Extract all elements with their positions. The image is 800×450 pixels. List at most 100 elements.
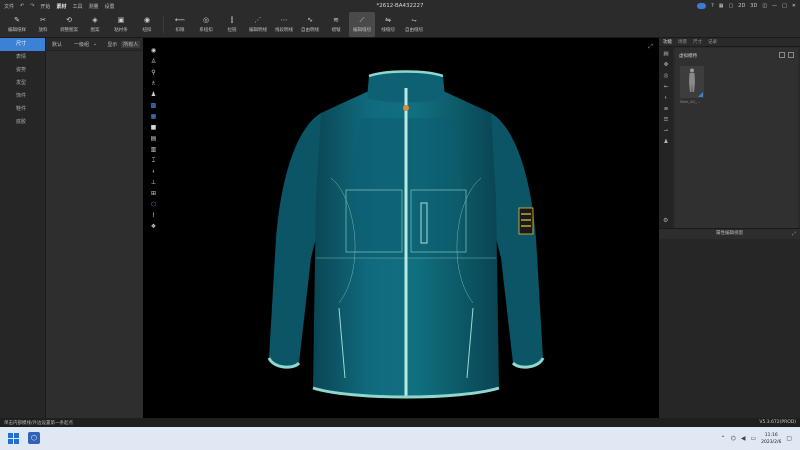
settings-icon[interactable]: ⚙ <box>663 217 668 224</box>
single-view-icon[interactable]: ▢ <box>729 3 734 9</box>
filter-default[interactable]: 默认 <box>52 41 62 48</box>
menu-settings[interactable]: 设置 <box>104 3 114 10</box>
library-filter-bar: 默认 一级组 ⌄ 显示 所有人 <box>46 38 143 51</box>
tool-edit-topstitch[interactable]: ⋰ 编辑明线 <box>245 12 271 37</box>
ruler-icon[interactable]: ⊥ <box>149 178 158 187</box>
network-icon[interactable]: ⌬ <box>731 435 736 442</box>
tool-tape[interactable]: ▣ 粘衬条 <box>108 12 134 37</box>
tab-history[interactable]: 记录 <box>708 39 717 45</box>
cloud-icon[interactable] <box>697 3 707 9</box>
arrange-icon[interactable]: ⊞ <box>149 189 158 198</box>
tool-place-fabric[interactable]: ✂ 放料 <box>30 12 56 37</box>
sidebar-item-expression[interactable]: 表情 <box>0 51 45 64</box>
grid-view-icon[interactable] <box>779 52 785 58</box>
menu-file[interactable]: 文件 <box>4 3 14 10</box>
target-icon[interactable]: ◎ <box>663 73 670 80</box>
jacket-3d-model[interactable] <box>261 68 551 408</box>
tool-segment-topstitch[interactable]: ⋯ 线段明线 <box>271 12 297 37</box>
app-taskbar-icon[interactable]: ⬡ <box>28 432 40 444</box>
garment-icon[interactable]: ▤ <box>663 51 670 58</box>
tab-scene[interactable]: 场景 <box>678 39 687 45</box>
link-icon[interactable]: ⊸ <box>663 128 670 135</box>
texture-icon[interactable]: ▩ <box>149 101 158 110</box>
tool-line-sewing[interactable]: ⇋ 线缝纫 <box>375 12 401 37</box>
list-icon[interactable]: ☰ <box>663 117 670 124</box>
tool-button[interactable]: ◉ 纽扣 <box>134 12 160 37</box>
avatar-icon[interactable]: ♟ <box>663 139 670 146</box>
windows-start-icon[interactable] <box>8 433 19 444</box>
version-label: V5.3.672(PROD) <box>759 420 796 425</box>
strain-map-icon[interactable]: ▥ <box>149 145 158 154</box>
grid-view-icon[interactable]: ▦ <box>719 3 724 9</box>
sidebar-item-size[interactable]: 尺寸 <box>0 38 45 51</box>
close-icon[interactable]: ✕ <box>792 3 796 9</box>
clock[interactable]: 11:16 2023/2/6 <box>761 432 781 446</box>
seam-icon[interactable]: ⌇ <box>149 211 158 220</box>
redo-icon[interactable]: ↷ <box>30 3 34 9</box>
chevron-down-icon[interactable]: ⌄ <box>93 41 97 47</box>
3d-viewport[interactable]: ◉ ♙ ⚲ ♗ ♟ ▩ ▦ ■ ▤ ▥ ⌶ ⍖ ⊥ ⊞ ⬡ ⌇ ❖ ⤢ <box>143 38 659 418</box>
avatar-pose-icon[interactable]: ♗ <box>149 79 158 88</box>
layer-icon[interactable]: ≡ <box>663 106 670 113</box>
tool-fasten-button[interactable]: ◎ 系纽扣 <box>193 12 219 37</box>
notification-icon[interactable]: ▢ <box>786 435 792 442</box>
sidebar-item-pose[interactable]: 姿势 <box>0 64 45 77</box>
filter-level-dropdown[interactable]: 一级组 <box>74 41 89 48</box>
tool-free-topstitch[interactable]: ∿ 自由明线 <box>297 12 323 37</box>
skeleton-icon[interactable]: ⚲ <box>149 68 158 77</box>
fabric-icon[interactable]: ❖ <box>149 222 158 231</box>
eye-icon[interactable]: ◉ <box>149 46 158 55</box>
tool-adjust-pattern[interactable]: ⟲ 调整图案 <box>56 12 82 37</box>
undo-icon[interactable]: ↶ <box>20 3 24 9</box>
menu-measure[interactable]: 测量 <box>88 3 98 10</box>
tool-pattern[interactable]: ◈ 图案 <box>82 12 108 37</box>
battery-icon[interactable]: ▭ <box>750 435 756 442</box>
measure-icon[interactable]: ⌶ <box>149 156 158 165</box>
sidebar-item-shoes[interactable]: 鞋件 <box>0 103 45 116</box>
free-sewing-icon: ⥊ <box>411 16 417 24</box>
menu-start[interactable]: 开始 <box>40 3 50 10</box>
minimize-icon[interactable]: — <box>772 3 777 9</box>
split-view-icon[interactable]: ◫ <box>762 3 767 9</box>
sidebar-item-accessory[interactable]: 饰件 <box>0 90 45 103</box>
avatar-display-icon[interactable]: ♙ <box>149 57 158 66</box>
expand-viewport-icon[interactable]: ⤢ <box>648 43 653 51</box>
list-view-icon[interactable] <box>788 52 794 58</box>
view-2d-button[interactable]: 2D <box>738 3 745 9</box>
volume-icon[interactable]: ◀ <box>741 435 746 442</box>
document-title: *2612-BA432227 <box>376 3 424 9</box>
tool-edit-pattern[interactable]: ✎ 编辑纸样 <box>4 12 30 37</box>
avatar-figure-icon <box>689 68 695 92</box>
tab-function[interactable]: 功能 <box>663 39 672 45</box>
sidebar-item-hair[interactable]: 发型 <box>0 77 45 90</box>
chevron-up-icon[interactable]: ⌃ <box>721 435 726 442</box>
view-toggle <box>779 52 794 58</box>
view-3d-button[interactable]: 3D <box>750 3 757 9</box>
pin-icon[interactable]: ⍖ <box>663 95 670 102</box>
maximize-icon[interactable]: □ <box>782 3 787 9</box>
pin-icon[interactable]: ⍖ <box>149 167 158 176</box>
solid-icon[interactable]: ■ <box>149 123 158 132</box>
menu-tools[interactable]: 工具 <box>72 3 82 10</box>
sidebar-item-base[interactable]: 底胶 <box>0 116 45 129</box>
display-dropdown[interactable]: 所有人 <box>121 40 141 48</box>
shield-icon[interactable]: ⬡ <box>149 200 158 209</box>
viewport-toolbar: ◉ ♙ ⚲ ♗ ♟ ▩ ▦ ■ ▤ ▥ ⌶ ⍖ ⊥ ⊞ ⬡ ⌇ ❖ <box>149 46 161 231</box>
help-icon[interactable]: ? <box>711 3 714 9</box>
arrow-left-icon[interactable]: ← <box>663 84 670 91</box>
tool-free-sewing[interactable]: ⥊ 自由缝纫 <box>401 12 427 37</box>
panel-collapse-icon[interactable]: ⤢ <box>792 231 796 237</box>
pattern-icon: ◈ <box>92 16 98 24</box>
tool-fold[interactable]: ≋ 褶皱 <box>323 12 349 37</box>
body-icon[interactable]: ♟ <box>149 90 158 99</box>
menu-material[interactable]: 素材 <box>56 3 66 10</box>
tool-buttonhole[interactable]: ⟵ 扣眼 <box>167 12 193 37</box>
mesh-icon[interactable]: ▦ <box>149 112 158 121</box>
tab-size[interactable]: 尺寸 <box>693 39 702 45</box>
tool-zipper[interactable]: ⫿ 拉链 <box>219 12 245 37</box>
tool-edit-sewing[interactable]: ⟋ 编辑缝纫 <box>349 12 375 37</box>
free-topstitch-icon: ∿ <box>307 16 313 24</box>
move-icon[interactable]: ✥ <box>663 62 670 69</box>
avatar-card[interactable] <box>680 66 704 98</box>
grid-icon[interactable]: ▤ <box>149 134 158 143</box>
